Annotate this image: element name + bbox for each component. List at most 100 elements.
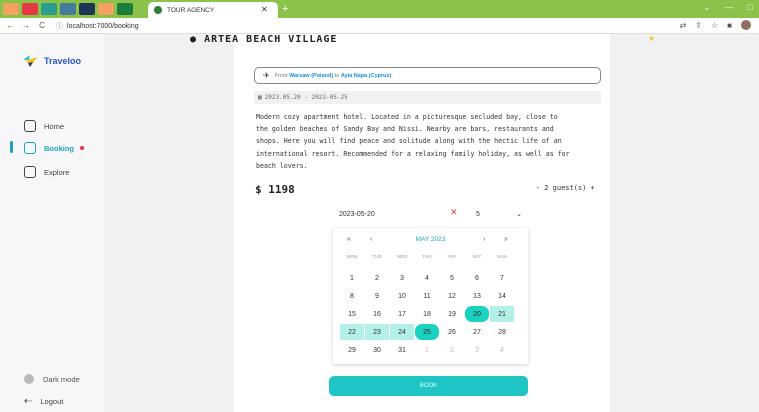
back-icon[interactable]: ←: [4, 21, 16, 30]
nights-value: 5: [476, 210, 480, 218]
calendar-day[interactable]: 26: [440, 324, 464, 340]
nights-select[interactable]: 5 ⌄: [470, 203, 528, 225]
calendar-day[interactable]: 7: [490, 270, 514, 286]
pinned-tab-4[interactable]: [60, 3, 76, 15]
book-button[interactable]: BOOK: [329, 376, 528, 396]
tab-icon[interactable]: ■: [727, 21, 732, 30]
price: $ 1198: [255, 183, 295, 196]
calendar-day[interactable]: 3: [465, 342, 489, 358]
calendar-day[interactable]: 24: [390, 324, 414, 340]
calendar-day[interactable]: 29: [340, 342, 364, 358]
calendar-day[interactable]: 31: [390, 342, 414, 358]
calendar-day[interactable]: 27: [465, 324, 489, 340]
calendar-month[interactable]: MAY 2023: [333, 236, 528, 243]
translate-icon[interactable]: ⇄: [680, 21, 687, 30]
guest-minus-button[interactable]: -: [536, 184, 540, 192]
calendar-day[interactable]: 18: [415, 306, 439, 322]
calendar-day[interactable]: 25: [415, 324, 439, 340]
active-tab[interactable]: TOUR AGENCY: [148, 2, 278, 18]
route-field: ✈ From Warsaw (Poland) to Ayia Napa (Cyp…: [254, 67, 601, 84]
pinned-tab-5[interactable]: [79, 3, 95, 15]
pinned-tab-2[interactable]: [22, 3, 38, 15]
close-tab-icon[interactable]: ✕: [261, 5, 268, 14]
maximize-icon[interactable]: □: [748, 2, 753, 13]
calendar-day[interactable]: 2: [365, 270, 389, 286]
avatar[interactable]: [741, 20, 751, 30]
star-icon[interactable]: ☆: [711, 21, 718, 30]
brand-name: Traveloo: [44, 56, 82, 66]
chevron-down-icon: ⌄: [516, 211, 522, 218]
tab-title: TOUR AGENCY: [167, 6, 215, 14]
pinned-tab-6[interactable]: [98, 3, 114, 15]
calendar-day[interactable]: 4: [415, 270, 439, 286]
pinned-tab-3[interactable]: [41, 3, 57, 15]
guest-stepper: - 2 guest(s) +: [536, 184, 595, 192]
favorite-star-icon[interactable]: ★: [648, 34, 656, 43]
calendar-day[interactable]: 2: [440, 342, 464, 358]
address-bar-actions: ⇄ ⇪ ☆ ■: [680, 20, 751, 30]
booking-icon: [24, 142, 36, 154]
calendar-day[interactable]: 12: [440, 288, 464, 304]
globe-icon: [154, 6, 162, 14]
calendar-day[interactable]: 3: [390, 270, 414, 286]
brand-logo[interactable]: Traveloo: [22, 54, 81, 68]
calendar-day[interactable]: 6: [465, 270, 489, 286]
share-icon[interactable]: ⇪: [695, 21, 702, 30]
guest-plus-button[interactable]: +: [590, 184, 594, 192]
calendar-day[interactable]: 20: [465, 306, 489, 322]
chevron-down-icon[interactable]: ⌄: [703, 2, 711, 13]
date-picker: « ‹ MAY 2023 › » MON TUE WED THU FRI SAT SUN 1 2…: [333, 228, 528, 364]
weekday-label: SUN: [497, 254, 507, 259]
route-from: Warsaw (Poland): [289, 72, 334, 79]
calendar-day[interactable]: 8: [340, 288, 364, 304]
next-year-icon[interactable]: »: [504, 236, 508, 243]
reload-icon[interactable]: C: [36, 21, 48, 30]
hotel-title-text: ARTEA BEACH VILLAGE: [204, 34, 338, 45]
calendar-day[interactable]: 11: [415, 288, 439, 304]
next-month-icon[interactable]: ›: [483, 236, 485, 243]
calendar-day[interactable]: 17: [390, 306, 414, 322]
explore-icon: [24, 166, 36, 178]
dark-mode-toggle[interactable]: Dark mode: [24, 374, 80, 384]
url-text: localhost:7000/booking: [67, 22, 139, 30]
sidebar-item-booking[interactable]: Booking: [24, 142, 84, 154]
date-range: ▦ 2023.05.20 - 2023-05-25: [254, 91, 601, 104]
url-field[interactable]: ⓘ localhost:7000/booking: [56, 21, 139, 31]
calendar-day[interactable]: 9: [365, 288, 389, 304]
description-line: Modern cozy apartment hotel. Located in …: [256, 113, 558, 121]
calendar-day[interactable]: 5: [440, 270, 464, 286]
calendar-day[interactable]: 16: [365, 306, 389, 322]
minimize-icon[interactable]: —: [725, 2, 734, 13]
calendar-day[interactable]: 1: [415, 342, 439, 358]
date-input[interactable]: 2023-05-20: [333, 203, 461, 225]
sidebar-item-home[interactable]: Home: [24, 120, 64, 132]
pinned-tab-7[interactable]: [117, 3, 133, 15]
calendar-day[interactable]: 21: [490, 306, 514, 322]
calendar-day[interactable]: 22: [340, 324, 364, 340]
info-icon: ⓘ: [56, 22, 63, 30]
calendar-day[interactable]: 23: [365, 324, 389, 340]
calendar-day[interactable]: 13: [465, 288, 489, 304]
calendar-day[interactable]: 4: [490, 342, 514, 358]
new-tab-button[interactable]: +: [282, 3, 288, 15]
route-to-label: to: [334, 72, 340, 79]
weekday-label: TUE: [372, 254, 382, 259]
sidebar-item-label: Home: [44, 121, 65, 131]
forward-icon[interactable]: →: [20, 21, 32, 30]
window-controls: ⌄ — □: [703, 2, 753, 13]
calendar-day[interactable]: 14: [490, 288, 514, 304]
calendar-day[interactable]: 10: [390, 288, 414, 304]
logout-button[interactable]: ⇠ Logout: [24, 396, 63, 407]
hotel-description: Modern cozy apartment hotel. Located in …: [256, 111, 602, 172]
pinned-tab-1[interactable]: [3, 3, 19, 15]
toggle-icon: [24, 374, 34, 384]
calendar-day[interactable]: 1: [340, 270, 364, 286]
weekday-label: THU: [422, 254, 432, 259]
sidebar-item-explore[interactable]: Explore: [24, 166, 69, 178]
calendar-day[interactable]: 15: [340, 306, 364, 322]
clear-date-icon[interactable]: ✕: [450, 207, 458, 218]
calendar-day[interactable]: 30: [365, 342, 389, 358]
calendar-day[interactable]: 19: [440, 306, 464, 322]
sidebar: Traveloo Home Booking Explore Dark mode …: [0, 34, 104, 412]
calendar-day[interactable]: 28: [490, 324, 514, 340]
